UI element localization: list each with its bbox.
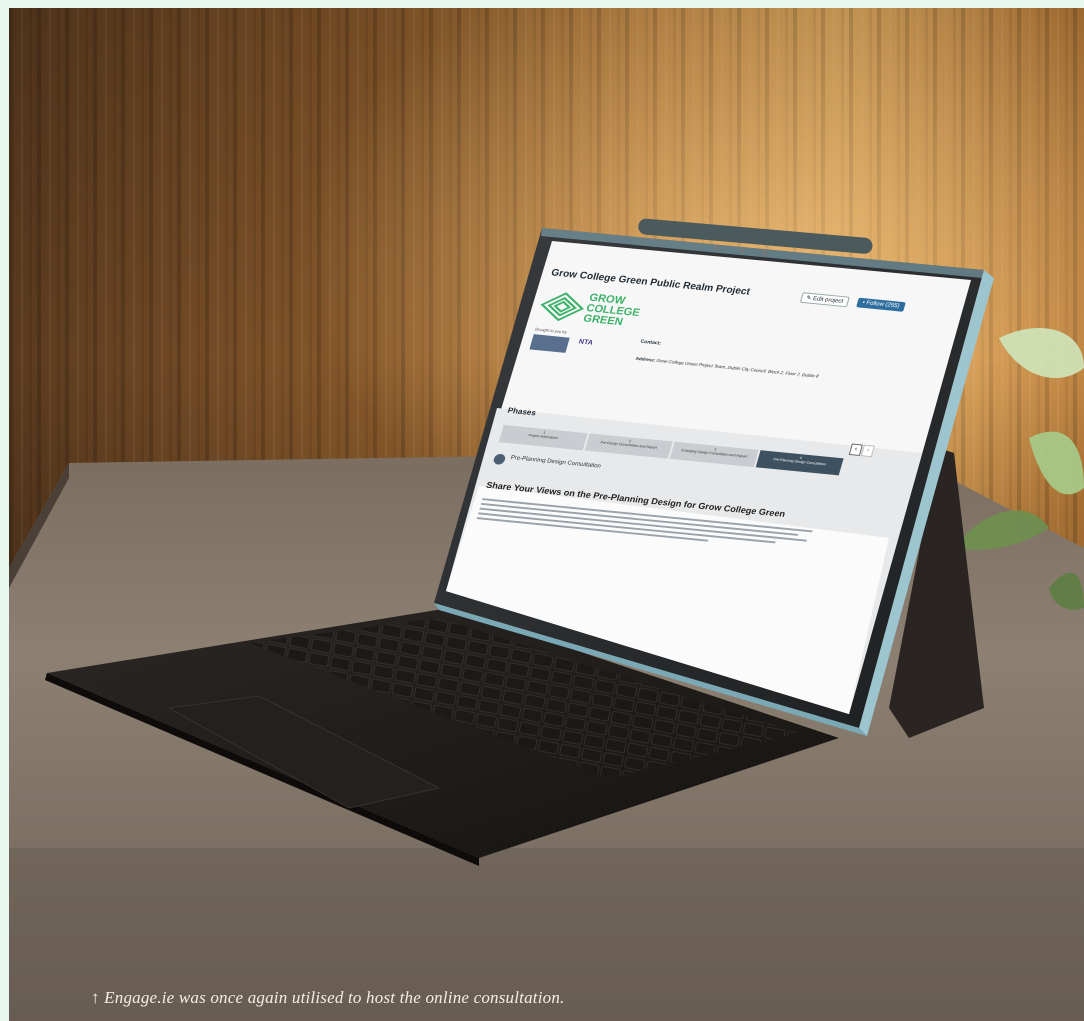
brought-to-you-by: Brought to you by: [534, 326, 568, 335]
phase-next-button[interactable]: ›: [860, 444, 875, 458]
leaf-logo-icon: [540, 292, 584, 322]
address-label: Address:: [635, 355, 657, 363]
photo-scene: Grow College Green Public Realm Project …: [9, 8, 1084, 1021]
follow-label: Follow (255): [865, 300, 901, 310]
council-crest-logo: [529, 334, 570, 353]
phases-title: Phases: [506, 405, 538, 418]
follow-button[interactable]: • Follow (255): [856, 297, 906, 312]
phase-step-2[interactable]: 2 Pre-Design Consultation and Report: [584, 433, 673, 459]
phase-step-4[interactable]: 4 Pre-Planning Design Consultation: [755, 450, 844, 476]
caption-text: Engage.ie was once again utilised to hos…: [104, 988, 565, 1007]
consultation-title[interactable]: Pre-Planning Design Consultation: [510, 455, 602, 470]
pencil-icon: ✎: [805, 295, 813, 302]
phase-step-1[interactable]: 1 Project Information: [498, 424, 588, 451]
consultation-icon: [492, 453, 507, 466]
contact-label: Contact:: [639, 338, 662, 347]
address-text: Grow College Green Project Team, Dublin …: [655, 358, 820, 379]
up-arrow-icon: ↑: [91, 988, 100, 1007]
image-caption: ↑ Engage.ie was once again utilised to h…: [91, 988, 565, 1008]
grow-college-green-logo: GROW COLLEGE GREEN: [582, 292, 644, 330]
edit-project-button[interactable]: ✎ Edit project: [799, 292, 850, 308]
phases-bar: 1 Project Information 2 Pre-Design Consu…: [498, 424, 844, 476]
nta-logo: NTA: [577, 338, 594, 347]
phase-step-3[interactable]: 3 Emerging Design Consultation and Repor…: [669, 441, 759, 468]
address-row: Address: Grow College Green Project Team…: [635, 356, 819, 379]
edit-project-label: Edit project: [812, 296, 844, 305]
